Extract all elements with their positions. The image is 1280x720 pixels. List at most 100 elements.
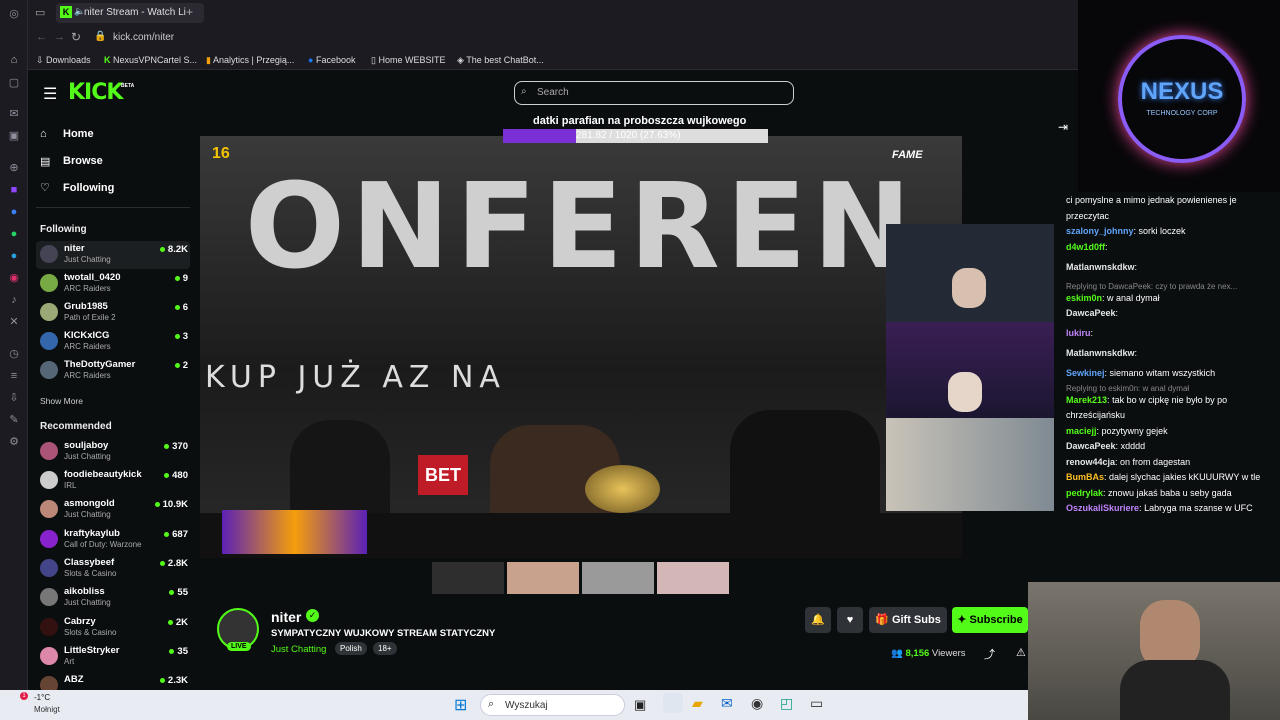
chat-username[interactable]: maciejj (1066, 426, 1097, 436)
chat-username[interactable]: DawcaPeek (1066, 441, 1116, 451)
chat-message: pedrylak: znowu jakaś baba u seby gada (1066, 487, 1232, 498)
recommended-channel[interactable]: Cabrzy Slots & Casino 2K (36, 614, 190, 642)
following-channel[interactable]: Grub1985 Path of Exile 26 (36, 299, 190, 327)
chat-username[interactable]: Matlanwnskdkw (1066, 348, 1135, 358)
tab-active[interactable]: K 🔈 niter Stream - Watch Li (56, 3, 204, 23)
following-channel[interactable]: twotall_0420 ARC Raiders 9 (36, 270, 190, 298)
chat-username[interactable]: szalony_johnny (1066, 226, 1134, 236)
forward-icon[interactable]: → (54, 31, 65, 43)
edit-icon[interactable]: ✎ (6, 412, 22, 428)
chat-username[interactable]: pedrylak (1066, 488, 1103, 498)
app-icon[interactable]: ◰ (780, 695, 793, 712)
games-icon[interactable]: ▢ (6, 75, 22, 91)
following-channel[interactable]: KICKxICG ARC Raiders 3 (36, 328, 190, 356)
task-view-icon[interactable]: ▣ (634, 697, 646, 713)
facebook-messenger-icon[interactable]: ● (6, 204, 22, 220)
clip-thumbnail[interactable] (582, 562, 654, 594)
chat-username[interactable]: lukiru (1066, 328, 1091, 338)
settings-icon[interactable]: ⚙ (6, 434, 22, 450)
browser-menu-icon[interactable]: ◎ (6, 6, 22, 22)
telegram-icon[interactable]: ● (6, 248, 22, 264)
tab-list-icon[interactable]: ▭ (35, 6, 45, 19)
chat-message: szalony_johnny: sorki loczek (1066, 226, 1186, 236)
history-icon[interactable]: ◷ (6, 346, 22, 362)
recommended-channel[interactable]: souljaboy Just Chatting 370 (36, 438, 190, 466)
recommended-channel[interactable]: asmongold Just Chatting 10.9K (36, 496, 190, 524)
report-icon[interactable]: ⚠ (1016, 646, 1026, 659)
subscribe-button[interactable]: ✦ Subscribe (952, 607, 1028, 633)
windows-start-icon[interactable]: ⊞ (454, 695, 467, 715)
chat-username[interactable]: d4w1d0ff (1066, 242, 1105, 252)
follow-heart-icon[interactable]: ♥ (837, 607, 863, 633)
following-channel[interactable]: TheDottyGamer ARC Raiders 2 (36, 357, 190, 385)
bookmark-downloads[interactable]: ⇩ Downloads (36, 55, 91, 66)
home-icon[interactable]: ⌂ (6, 52, 22, 68)
bookmark-nexusvpn[interactable]: K NexusVPNCartel S... (104, 55, 197, 65)
nav-following[interactable]: Following (63, 182, 114, 194)
chat-username[interactable]: BumBAs (1066, 472, 1104, 482)
recommended-channel[interactable]: kraftykaylub Call of Duty: Warzone 687 (36, 526, 190, 554)
clip-thumbnail[interactable] (432, 562, 504, 594)
whatsapp-icon[interactable]: ● (6, 226, 22, 242)
gift-subs-button[interactable]: 🎁 Gift Subs (869, 607, 947, 633)
list-icon[interactable]: ≡ (6, 368, 22, 384)
tag-18plus[interactable]: 18+ (373, 642, 397, 655)
recommended-channel[interactable]: foodiebeautykick IRL 480 (36, 467, 190, 495)
reload-icon[interactable]: ↻ (71, 30, 81, 44)
back-icon[interactable]: ← (36, 31, 47, 43)
notification-bell-icon[interactable]: 🔔 (805, 607, 831, 633)
kick-logo[interactable]: KICK (68, 80, 123, 105)
chat-username[interactable]: renow44cja (1066, 457, 1115, 467)
audio-icon[interactable]: 🔈 (74, 6, 85, 17)
chat-username[interactable]: eskim0n (1066, 293, 1102, 303)
bookmark-home-website[interactable]: ▯ Home WEBSITE (371, 55, 445, 66)
recommended-section-title: Recommended (40, 421, 112, 432)
bookmark-chatbot[interactable]: ◈ The best ChatBot... (457, 55, 544, 66)
channel-name[interactable]: niter (271, 609, 301, 625)
recommended-channel[interactable]: Classybeef Slots & Casino 2.8K (36, 555, 190, 583)
nav-home[interactable]: Home (63, 128, 94, 140)
panel-icon[interactable]: ▣ (6, 128, 22, 144)
share-icon[interactable]: ⤴ (984, 646, 995, 662)
avatar (40, 647, 58, 665)
show-more-button[interactable]: Show More (40, 396, 83, 406)
browser-taskbar-icon[interactable] (663, 693, 683, 713)
file-explorer-icon[interactable]: ▰ (692, 695, 703, 712)
x-icon[interactable]: ✕ (6, 314, 22, 330)
tag-polish[interactable]: Polish (335, 642, 367, 655)
bookmark-analytics[interactable]: ▮ Analytics | Przegią... (206, 55, 294, 66)
recommended-channel[interactable]: ABZ 2.3K (36, 672, 190, 690)
outlook-icon[interactable]: ✉ (721, 695, 733, 712)
globe-icon[interactable]: ⊕ (6, 160, 22, 176)
chat-username[interactable]: OszukaliSkuriere (1066, 503, 1139, 513)
clip-thumbnail[interactable] (657, 562, 729, 594)
instagram-icon[interactable]: ◉ (6, 270, 22, 286)
twitch-icon[interactable]: ■ (6, 182, 22, 198)
chat-username[interactable]: Sewkinej (1066, 368, 1105, 378)
chat-collapse-icon[interactable]: ⇥ (1058, 120, 1068, 134)
nav-browse[interactable]: Browse (63, 155, 103, 167)
home-nav-icon: ⌂ (40, 128, 47, 140)
new-tab-button[interactable]: + (186, 5, 193, 19)
hamburger-menu-icon[interactable]: ☰ (43, 84, 57, 104)
chat-username[interactable]: Marek213 (1066, 395, 1107, 405)
tiktok-icon[interactable]: ♪ (6, 292, 22, 308)
chat-username[interactable]: DawcaPeek (1066, 308, 1116, 318)
search-input[interactable]: Search (514, 81, 794, 105)
weather-temp[interactable]: -1°C (34, 693, 50, 702)
messenger-icon[interactable]: ✉ (6, 106, 22, 122)
terminal-icon[interactable]: ▭ (810, 695, 823, 712)
steam-icon[interactable]: ◉ (751, 695, 763, 712)
bookmark-facebook[interactable]: ● Facebook (308, 55, 355, 65)
taskbar-search[interactable]: Wyszukaj (480, 694, 625, 716)
stream-category[interactable]: Just Chatting (271, 644, 326, 655)
recommended-channel[interactable]: LittleStryker Art 35 (36, 643, 190, 671)
chat-username[interactable]: Matlanwnskdkw (1066, 262, 1135, 272)
avatar (40, 361, 58, 379)
download-icon[interactable]: ⇩ (6, 390, 22, 406)
clip-thumbnail[interactable] (507, 562, 579, 594)
following-channel-niter[interactable]: niter Just Chatting 8.2K (36, 241, 190, 269)
champions-league-banner (222, 510, 367, 554)
url-input[interactable]: kick.com/niter (113, 32, 174, 43)
recommended-channel[interactable]: aikobliss Just Chatting 55 (36, 584, 190, 612)
